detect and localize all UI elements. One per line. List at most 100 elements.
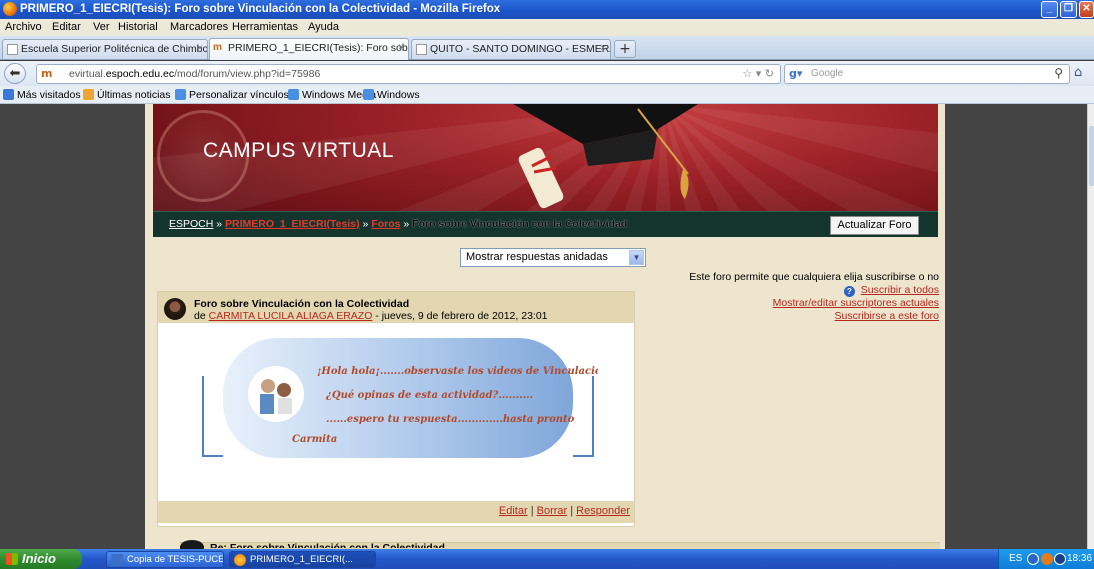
home-icon[interactable]: ⌂ bbox=[1074, 65, 1082, 80]
forum-page: CAMPUS VIRTUAL ESPOCH » PRIMERO_1_EIECRI… bbox=[145, 104, 945, 549]
menu-ver[interactable]: Ver bbox=[93, 21, 110, 33]
search-icon[interactable]: ⚲ bbox=[1054, 66, 1063, 80]
forum-post: Foro sobre Vinculación con la Colectivid… bbox=[157, 291, 635, 527]
windows-icon bbox=[175, 89, 186, 100]
update-forum-button[interactable]: Actualizar Foro bbox=[830, 216, 919, 235]
scrollbar-thumb[interactable] bbox=[1089, 126, 1094, 186]
windows-flag-icon bbox=[6, 553, 18, 565]
delete-link[interactable]: Borrar bbox=[537, 505, 568, 517]
menu-marcadores[interactable]: Marcadores bbox=[170, 21, 228, 33]
firefox-icon bbox=[3, 2, 17, 16]
moodle-icon: m bbox=[213, 42, 222, 53]
tab-close-icon[interactable]: × bbox=[600, 43, 606, 54]
search-bar[interactable]: g▾ Google ⚲ bbox=[784, 64, 1070, 84]
word-icon bbox=[111, 554, 123, 566]
tab-close-icon[interactable]: × bbox=[398, 42, 404, 53]
image-line-3: ......espero tu respuesta.............ha… bbox=[326, 414, 575, 425]
reply-post: Re: Foro sobre Vinculación con la Colect… bbox=[180, 540, 940, 549]
display-mode-select[interactable]: Mostrar respuestas anidadas ▼ bbox=[460, 248, 646, 267]
post-image: ¡Hola hola¡.......observaste los videos … bbox=[198, 336, 609, 470]
maximize-button[interactable]: ❐ bbox=[1060, 1, 1077, 18]
tab-bar: Escuela Superior Politécnica de Chimbora… bbox=[0, 36, 1094, 60]
edit-link[interactable]: Editar bbox=[499, 505, 528, 517]
image-line-2: ¿Qué opinas de esta actividad?.......... bbox=[325, 390, 533, 401]
clock: 18:36 bbox=[1067, 553, 1093, 564]
post-byline: de CARMITA LUCILA ALIAGA ERAZO - jueves,… bbox=[194, 310, 548, 322]
crumb-forums[interactable]: Foros bbox=[371, 218, 400, 230]
menu-historial[interactable]: Historial bbox=[118, 21, 158, 33]
graduation-cap-icon bbox=[513, 104, 698, 209]
bookmarks-bar: Más visitados Últimas noticias Personali… bbox=[0, 86, 1094, 104]
chevron-down-icon[interactable]: ▼ bbox=[629, 250, 644, 265]
bookmark-windows[interactable]: Windows bbox=[363, 89, 420, 101]
help-icon[interactable]: ? bbox=[843, 286, 855, 297]
subscribe-all-link[interactable]: Suscribir a todos bbox=[861, 284, 939, 296]
display-mode-value: Mostrar respuestas anidadas bbox=[466, 251, 608, 263]
menu-ayuda[interactable]: Ayuda bbox=[308, 21, 339, 33]
network-icon[interactable] bbox=[1027, 553, 1039, 565]
crumb-course[interactable]: PRIMERO_1_EIECRI(Tesis) bbox=[225, 218, 360, 230]
reply-subject: Re: Foro sobre Vinculación con la Colect… bbox=[210, 542, 445, 548]
post-header: Foro sobre Vinculación con la Colectivid… bbox=[158, 292, 634, 323]
moodle-icon: m bbox=[41, 67, 53, 80]
bookmark-mas-visitados[interactable]: Más visitados bbox=[3, 89, 81, 101]
tab-label: QUITO - SANTO DOMINGO - ESMERALDA... bbox=[430, 43, 610, 55]
antivirus-icon[interactable] bbox=[1041, 553, 1053, 565]
author-link[interactable]: CARMITA LUCILA ALIAGA ERAZO bbox=[209, 310, 373, 322]
avatar[interactable] bbox=[164, 298, 186, 320]
page-viewport: CAMPUS VIRTUAL ESPOCH » PRIMERO_1_EIECRI… bbox=[0, 104, 1087, 549]
bookmark-star-icon[interactable]: ☆ ▾ ↻ bbox=[742, 67, 774, 80]
crumb-current: Foro sobre Vinculación con la Colectivid… bbox=[412, 218, 628, 230]
url-bar[interactable]: m evirtual.espoch.edu.ec/mod/forum/view.… bbox=[36, 64, 781, 84]
windows-taskbar: Inicio Copia de TESIS-PUCE.... PRIMERO_1… bbox=[0, 549, 1094, 569]
close-window-button[interactable]: ✕ bbox=[1079, 1, 1094, 18]
firefox-icon bbox=[234, 554, 246, 566]
google-icon[interactable]: g▾ bbox=[789, 67, 802, 80]
window-titlebar: PRIMERO_1_EIECRI(Tesis): Foro sobre Vinc… bbox=[0, 0, 1094, 19]
banner-title: CAMPUS VIRTUAL bbox=[203, 139, 394, 162]
reply-link[interactable]: Responder bbox=[576, 505, 630, 517]
tab-label: Escuela Superior Politécnica de Chimbora… bbox=[21, 43, 208, 55]
vertical-scrollbar[interactable] bbox=[1087, 104, 1094, 549]
menu-editar[interactable]: Editar bbox=[52, 21, 81, 33]
image-line-1: ¡Hola hola¡.......observaste los videos … bbox=[317, 366, 598, 377]
language-indicator[interactable]: ES bbox=[1009, 553, 1022, 564]
tab-label: PRIMERO_1_EIECRI(Tesis): Foro sobre V... bbox=[228, 42, 408, 54]
page-icon bbox=[7, 44, 18, 55]
windows-icon bbox=[288, 89, 299, 100]
menu-bar: Archivo Editar Ver Historial Marcadores … bbox=[0, 19, 1094, 36]
back-button[interactable]: ⬅ bbox=[4, 63, 26, 84]
image-line-4: Carmita bbox=[292, 434, 337, 445]
tab-quito[interactable]: QUITO - SANTO DOMINGO - ESMERALDA... × bbox=[411, 39, 611, 59]
minimize-button[interactable]: _ bbox=[1041, 1, 1058, 18]
taskbar-item-word[interactable]: Copia de TESIS-PUCE.... bbox=[106, 551, 224, 568]
crumb-espoch[interactable]: ESPOCH bbox=[169, 218, 213, 230]
start-button[interactable]: Inicio bbox=[0, 549, 82, 569]
rss-icon bbox=[83, 89, 94, 100]
new-tab-button[interactable]: + bbox=[614, 40, 636, 58]
breadcrumb: ESPOCH » PRIMERO_1_EIECRI(Tesis) » Foros… bbox=[169, 218, 628, 230]
campus-banner: CAMPUS VIRTUAL ESPOCH » PRIMERO_1_EIECRI… bbox=[153, 104, 938, 237]
tab-forum[interactable]: m PRIMERO_1_EIECRI(Tesis): Foro sobre V.… bbox=[209, 38, 409, 60]
url-text[interactable]: evirtual.espoch.edu.ec/mod/forum/view.ph… bbox=[69, 68, 320, 80]
window-title: PRIMERO_1_EIECRI(Tesis): Foro sobre Vinc… bbox=[20, 3, 501, 15]
breadcrumb-bar: ESPOCH » PRIMERO_1_EIECRI(Tesis) » Foros… bbox=[153, 211, 938, 237]
post-date: - jueves, 9 de febrero de 2012, 23:01 bbox=[372, 310, 548, 322]
tab-espoch[interactable]: Escuela Superior Politécnica de Chimbora… bbox=[2, 39, 208, 59]
post-actions: Editar | Borrar | Responder bbox=[158, 501, 634, 523]
bookmark-personalizar[interactable]: Personalizar vínculos bbox=[175, 89, 289, 101]
tab-close-icon[interactable]: × bbox=[197, 43, 203, 54]
post-subject: Foro sobre Vinculación con la Colectivid… bbox=[194, 298, 410, 310]
bookmark-ultimas-noticias[interactable]: Últimas noticias bbox=[83, 89, 171, 101]
taskbar-item-firefox[interactable]: PRIMERO_1_EIECRI(... bbox=[229, 551, 376, 568]
avatar[interactable] bbox=[180, 540, 204, 549]
subscription-info: Este foro permite que cualquiera elija s… bbox=[689, 271, 939, 283]
show-subscribers-link[interactable]: Mostrar/editar suscriptores actuales bbox=[773, 297, 939, 309]
bookmark-icon bbox=[3, 89, 14, 100]
subscribe-forum-link[interactable]: Suscribirse a este foro bbox=[835, 310, 939, 322]
system-tray: ES 18:36 bbox=[998, 549, 1094, 569]
menu-herramientas[interactable]: Herramientas bbox=[232, 21, 298, 33]
update-icon[interactable] bbox=[1054, 553, 1066, 565]
menu-archivo[interactable]: Archivo bbox=[5, 21, 42, 33]
subscription-panel: Este foro permite que cualquiera elija s… bbox=[689, 271, 939, 323]
